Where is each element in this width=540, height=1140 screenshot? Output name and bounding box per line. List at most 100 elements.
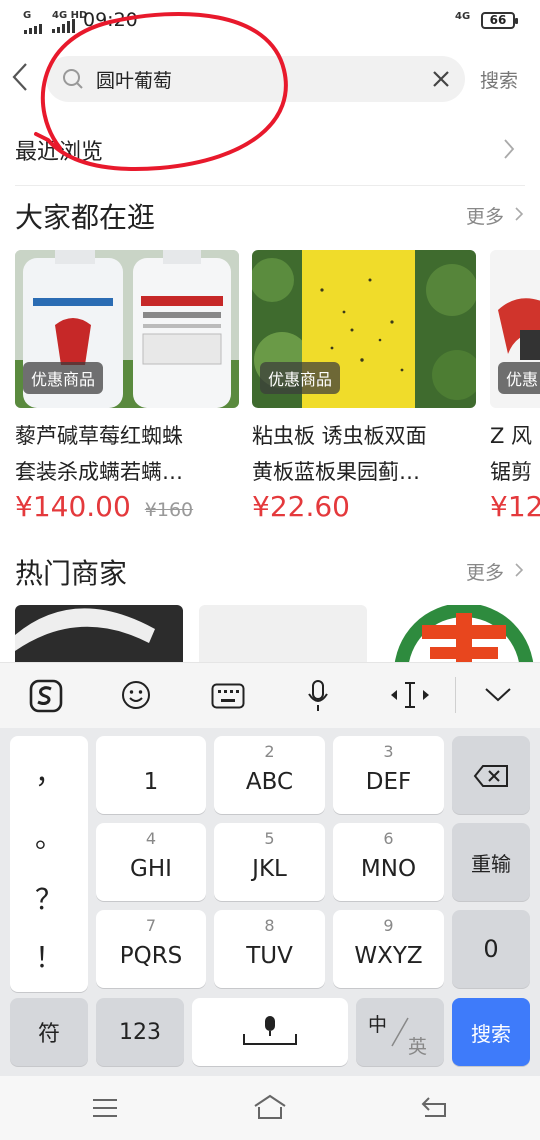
key-num: 5 xyxy=(264,829,275,848)
key-label: GHI xyxy=(130,856,172,882)
product-image: 优惠 xyxy=(490,250,540,408)
punct-period[interactable]: 。 xyxy=(10,816,88,856)
battery-level: 66 xyxy=(489,13,507,27)
network-right-label: 4G xyxy=(455,11,471,22)
product-title-line: 黄板蓝板果园蓟… xyxy=(252,460,420,484)
product-title-line: 套装杀成螨若螨… xyxy=(15,460,183,484)
key-label: DEF xyxy=(365,769,412,795)
key-num: 2 xyxy=(264,742,275,761)
slash-divider xyxy=(391,1017,409,1047)
key-label: PQRS xyxy=(119,943,183,969)
key-label: 重输 xyxy=(471,851,511,876)
merchant-logo-icon xyxy=(394,603,534,743)
signal-icon xyxy=(24,24,42,34)
key-jkl[interactable]: 5 JKL xyxy=(214,823,325,901)
numbers-key[interactable]: 123 xyxy=(96,998,184,1066)
trending-more-link[interactable]: 更多 xyxy=(466,202,504,229)
discount-badge: 优惠 xyxy=(498,362,540,394)
key-1[interactable]: 1 xyxy=(96,736,206,814)
product-title-line: Z 风 xyxy=(490,424,533,448)
product-title: 粘虫板 诱虫板双面 黄板蓝板果园蓟… xyxy=(252,418,487,490)
price-current: ¥140.00 xyxy=(15,490,131,523)
key-label: 0 xyxy=(483,935,499,963)
punct-comma[interactable]: ， xyxy=(10,752,88,792)
collapse-icon[interactable] xyxy=(484,687,512,703)
key-label: JKL xyxy=(252,856,287,882)
recent-browse-row[interactable]: 最近浏览 xyxy=(15,130,525,186)
cursor-icon[interactable] xyxy=(389,679,431,711)
emoji-icon[interactable] xyxy=(120,679,152,711)
search-key[interactable]: 搜索 xyxy=(452,998,530,1066)
product-title-line: 藜芦碱草莓红蜘蛛 xyxy=(15,424,183,448)
key-label: ABC xyxy=(245,769,294,795)
product-price: ¥12 xyxy=(490,490,540,523)
merchant-card[interactable] xyxy=(15,605,183,663)
product-image: 优惠商品 xyxy=(15,250,239,408)
key-abc[interactable]: 2 ABC xyxy=(214,736,325,814)
chevron-right-icon xyxy=(504,139,515,159)
sim1-label: G xyxy=(23,10,32,21)
product-card[interactable]: 优惠商品 藜芦碱草莓红蜘蛛 套装杀成螨若螨… ¥140.00 ¥160 xyxy=(15,250,239,523)
merchant-image xyxy=(15,608,155,651)
product-image: 优惠商品 xyxy=(252,250,476,408)
merchant-card[interactable] xyxy=(384,603,540,743)
back-nav-icon[interactable] xyxy=(421,1096,449,1118)
product-title-line: 粘虫板 诱虫板双面 xyxy=(252,424,427,448)
key-num: 3 xyxy=(383,742,394,761)
keyboard-icon[interactable] xyxy=(211,683,245,709)
discount-badge: 优惠商品 xyxy=(23,362,104,394)
backspace-icon xyxy=(473,765,508,787)
key-num: 6 xyxy=(383,829,394,848)
sogou-icon[interactable] xyxy=(29,679,63,713)
app-screen: G 4G HD 09:20 4G 66 圆叶葡萄 搜索 最近浏览 大家都在逛 更… xyxy=(0,0,540,1140)
space-mic-icon xyxy=(243,1016,297,1045)
search-input[interactable]: 圆叶葡萄 xyxy=(46,56,465,102)
key-label: 123 xyxy=(119,1019,161,1045)
key-num: 4 xyxy=(145,829,157,848)
home-icon[interactable] xyxy=(253,1094,287,1120)
product-card[interactable]: 优惠 Z 风锯剪 ¥12 xyxy=(490,250,540,523)
recent-browse-label: 最近浏览 xyxy=(15,140,104,165)
key-label: 搜索 xyxy=(471,1021,511,1046)
price-current: ¥22.60 xyxy=(252,490,350,523)
chevron-right-icon xyxy=(515,207,524,221)
product-title: 藜芦碱草莓红蜘蛛 套装杀成螨若螨… xyxy=(15,418,250,490)
reinput-key[interactable]: 重输 xyxy=(452,823,530,901)
punctuation-column[interactable]: ， 。 ？ ！ xyxy=(10,736,88,992)
search-query-text: 圆叶葡萄 xyxy=(96,70,173,92)
symbols-key[interactable]: 符 xyxy=(10,998,88,1066)
key-tuv[interactable]: 8 TUV xyxy=(214,910,325,988)
space-key[interactable] xyxy=(192,998,348,1066)
key-ghi[interactable]: 4 GHI xyxy=(96,823,206,901)
key-label: 符 xyxy=(37,1022,60,1047)
back-arrow-icon[interactable] xyxy=(10,62,30,92)
merchants-more-link[interactable]: 更多 xyxy=(466,558,504,585)
signal-icon-2 xyxy=(52,19,75,33)
key-zero[interactable]: 0 xyxy=(452,910,530,988)
key-label: WXYZ xyxy=(354,943,423,969)
search-icon xyxy=(63,69,83,89)
punct-exclaim[interactable]: ！ xyxy=(10,936,88,976)
backspace-key[interactable] xyxy=(452,736,530,814)
key-mno[interactable]: 6 MNO xyxy=(333,823,444,901)
clear-icon[interactable] xyxy=(431,69,451,89)
product-title-line: 锯剪 xyxy=(490,460,532,484)
key-num: 7 xyxy=(145,916,157,935)
battery-icon: 66 xyxy=(481,12,518,29)
search-button[interactable]: 搜索 xyxy=(480,66,518,93)
merchants-title: 热门商家 xyxy=(15,557,128,590)
product-price: ¥140.00 ¥160 xyxy=(15,490,193,523)
key-def[interactable]: 3 DEF xyxy=(333,736,444,814)
language-switch-key[interactable]: 中 英 xyxy=(356,998,444,1066)
key-pqrs[interactable]: 7 PQRS xyxy=(96,910,206,988)
key-wxyz[interactable]: 9 WXYZ xyxy=(333,910,444,988)
punct-question[interactable]: ？ xyxy=(10,878,88,918)
key-label: 1 xyxy=(143,769,159,795)
mic-icon[interactable] xyxy=(307,679,329,713)
status-bar: G 4G HD 09:20 4G 66 xyxy=(0,0,540,42)
trending-title: 大家都在逛 xyxy=(15,201,156,234)
merchant-card[interactable] xyxy=(199,605,367,663)
product-card[interactable]: 优惠商品 粘虫板 诱虫板双面 黄板蓝板果园蓟… ¥22.60 xyxy=(252,250,476,523)
menu-icon[interactable] xyxy=(92,1098,118,1118)
keyboard: ， 。 ？ ！ 1 2 ABC 3 DEF 4 GHI 5 JKL 6 MNO 重输 7 P… xyxy=(0,728,540,1076)
